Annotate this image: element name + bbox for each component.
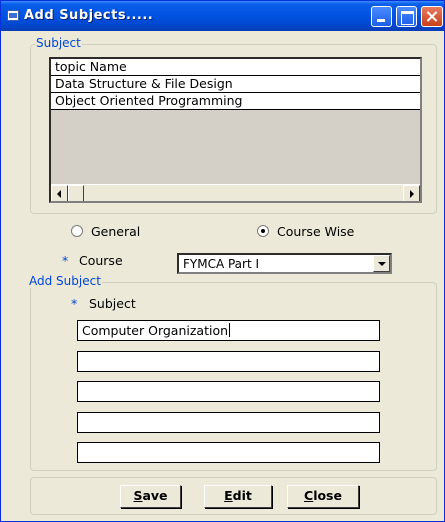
table-row[interactable]: Object Oriented Programming: [51, 93, 420, 110]
course-label: Course: [79, 253, 123, 268]
text-caret: [229, 323, 231, 337]
minimize-button[interactable]: [371, 6, 392, 27]
scroll-left-button[interactable]: [51, 185, 68, 201]
subject-field-1-value: Computer Organization: [82, 323, 229, 338]
subject-list-grid[interactable]: topic Name Data Structure & File Design …: [49, 57, 422, 203]
course-select-value: FYMCA Part I: [183, 257, 260, 271]
subject-required-mark: *: [71, 296, 78, 311]
scroll-right-button[interactable]: [403, 185, 420, 201]
grid-header[interactable]: topic Name: [51, 59, 420, 76]
table-row[interactable]: Data Structure & File Design: [51, 76, 420, 93]
subject-field-4[interactable]: [77, 412, 380, 433]
course-wise-radio[interactable]: Course Wise: [257, 223, 354, 239]
edit-button[interactable]: Edit: [204, 485, 272, 508]
course-dropdown-button[interactable]: [373, 255, 390, 272]
subject-field-2[interactable]: [77, 351, 380, 372]
course-wise-radio-label: Course Wise: [277, 223, 355, 239]
close-window-button[interactable]: [421, 6, 443, 27]
subject-field-3[interactable]: [77, 381, 380, 402]
title-bar[interactable]: Add Subjects.....: [1, 1, 444, 31]
arrow-left-icon: [57, 190, 61, 198]
course-select[interactable]: FYMCA Part I: [177, 253, 392, 274]
scroll-thumb[interactable]: [68, 185, 84, 201]
general-radio[interactable]: General: [71, 223, 140, 239]
arrow-right-icon: [410, 190, 414, 198]
course-required-mark: *: [62, 253, 69, 268]
add-subject-frame-legend: Add Subject: [28, 274, 102, 288]
maximize-button[interactable]: [396, 6, 417, 27]
add-subjects-window: Add Subjects..... Subject topic Name Dat…: [0, 0, 445, 522]
subject-field-1[interactable]: Computer Organization: [77, 320, 380, 341]
chevron-down-icon: [378, 262, 386, 266]
window-title: Add Subjects.....: [24, 8, 154, 23]
window-icon: [7, 10, 19, 21]
radio-course-wise-icon[interactable]: [257, 225, 269, 237]
subject-frame-legend: Subject: [35, 36, 82, 50]
save-button[interactable]: Save: [120, 485, 181, 508]
radio-general-icon[interactable]: [71, 225, 83, 237]
general-radio-label: General: [91, 223, 141, 239]
subject-field-5[interactable]: [77, 442, 380, 463]
horizontal-scrollbar[interactable]: [51, 184, 420, 201]
close-button[interactable]: Close: [287, 485, 359, 508]
subject-label: Subject: [89, 296, 136, 311]
